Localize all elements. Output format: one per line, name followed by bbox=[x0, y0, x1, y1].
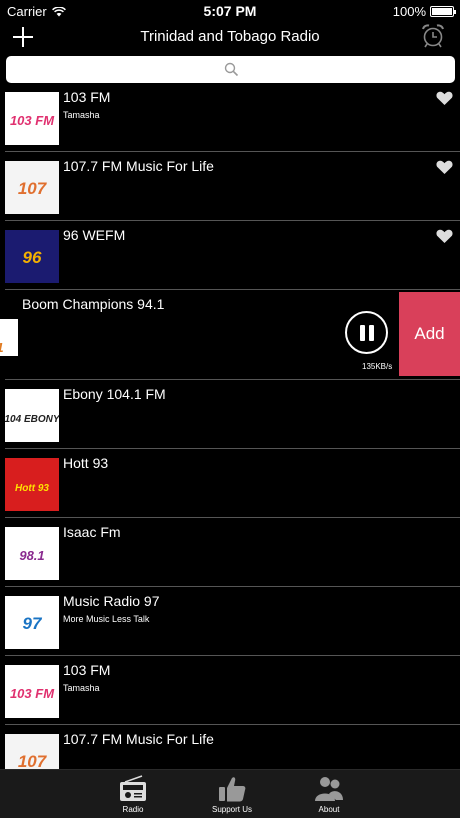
station-title: Ebony 104.1 FM bbox=[63, 386, 166, 402]
station-title: 96 WEFM bbox=[63, 227, 126, 243]
station-row[interactable]: 107 107.7 FM Music For Life bbox=[0, 725, 460, 769]
station-logo: 96 bbox=[5, 230, 59, 283]
svg-text:97: 97 bbox=[23, 614, 43, 633]
station-logo-art: 98.1 bbox=[19, 548, 44, 563]
svg-text:94.1: 94.1 bbox=[0, 340, 4, 355]
station-logo: 107 bbox=[5, 161, 59, 214]
battery-icon bbox=[430, 6, 456, 17]
battery-percent: 100% bbox=[392, 4, 426, 19]
station-logo-art: 97 bbox=[23, 614, 43, 633]
tab-bar: Radio Support Us About bbox=[0, 769, 460, 818]
station-logo-art: Hott 93 bbox=[15, 483, 49, 494]
station-row[interactable]: 94.1 Boom Champions 94.1 135KB/s Add bbox=[0, 290, 460, 380]
svg-text:107: 107 bbox=[18, 752, 48, 769]
station-title: Boom Champions 94.1 bbox=[22, 296, 165, 312]
station-row[interactable]: 103 FM 103 FM Tamasha bbox=[0, 656, 460, 725]
station-title: Isaac Fm bbox=[63, 524, 121, 540]
station-logo: 103 FM bbox=[5, 92, 59, 145]
heart-icon[interactable] bbox=[436, 229, 453, 244]
tab-support-us[interactable]: Support Us bbox=[187, 770, 277, 818]
tab-label: About bbox=[318, 805, 340, 814]
station-logo: Hott 93 bbox=[5, 458, 59, 511]
thumbs-up-icon bbox=[219, 777, 246, 802]
svg-text:103 FM: 103 FM bbox=[10, 686, 55, 701]
station-logo-art: 107 bbox=[18, 179, 48, 198]
page-title: Trinidad and Tobago Radio bbox=[140, 28, 320, 45]
station-row[interactable]: 97 Music Radio 97 More Music Less Talk bbox=[0, 587, 460, 656]
station-title: 103 FM bbox=[63, 89, 111, 105]
status-right: 100% bbox=[392, 4, 456, 19]
svg-text:98.1: 98.1 bbox=[19, 548, 44, 563]
station-logo: 97 bbox=[5, 596, 59, 649]
station-logo-art: 96 bbox=[23, 248, 42, 267]
station-logo: 94.1 bbox=[0, 319, 18, 356]
search-icon bbox=[224, 62, 239, 77]
station-logo: 98.1 bbox=[5, 527, 59, 580]
svg-text:103 FM: 103 FM bbox=[10, 113, 55, 128]
station-row[interactable]: 96 96 WEFM bbox=[0, 221, 460, 290]
station-row[interactable]: 104 EBONY Ebony 104.1 FM bbox=[0, 380, 460, 449]
station-row[interactable]: Hott 93 Hott 93 bbox=[0, 449, 460, 518]
pause-button[interactable] bbox=[345, 311, 388, 354]
radio-icon bbox=[120, 775, 146, 801]
status-time: 5:07 PM bbox=[203, 3, 257, 19]
station-logo-art: 94.1 bbox=[0, 340, 4, 355]
station-logo-art: 107 bbox=[18, 752, 48, 769]
heart-icon[interactable] bbox=[436, 160, 453, 175]
stream-rate: 135KB/s bbox=[362, 362, 393, 371]
svg-text:Hott 93: Hott 93 bbox=[15, 483, 49, 494]
station-subtitle: Tamasha bbox=[63, 683, 100, 693]
add-favorite-button[interactable]: Add bbox=[399, 292, 460, 376]
station-subtitle: Tamasha bbox=[63, 110, 100, 120]
station-title: 107.7 FM Music For Life bbox=[63, 158, 214, 174]
heart-icon[interactable] bbox=[436, 91, 453, 106]
station-logo-art: 104 EBONY bbox=[5, 414, 59, 425]
station-logo-art: 103 FM bbox=[10, 686, 55, 701]
alarm-clock-icon[interactable] bbox=[420, 23, 446, 49]
station-title: Music Radio 97 bbox=[63, 593, 160, 609]
tab-label: Support Us bbox=[211, 805, 253, 814]
station-title: 107.7 FM Music For Life bbox=[63, 731, 214, 747]
station-subtitle: More Music Less Talk bbox=[63, 614, 150, 624]
svg-text:104 EBONY: 104 EBONY bbox=[5, 414, 59, 425]
nav-bar: Trinidad and Tobago Radio bbox=[0, 22, 460, 54]
tab-radio[interactable]: Radio bbox=[88, 770, 178, 818]
svg-text:96: 96 bbox=[23, 248, 42, 267]
station-logo: 103 FM bbox=[5, 665, 59, 718]
station-title: Hott 93 bbox=[63, 455, 109, 471]
station-row[interactable]: 103 FM 103 FM Tamasha bbox=[0, 83, 460, 152]
people-icon bbox=[315, 777, 343, 801]
station-logo: 104 EBONY bbox=[5, 389, 59, 442]
station-logo: 107 bbox=[5, 734, 59, 769]
station-row[interactable]: 107 107.7 FM Music For Life bbox=[0, 152, 460, 221]
station-logo-art: 103 FM bbox=[10, 113, 55, 128]
svg-text:107: 107 bbox=[18, 179, 48, 198]
station-title: 103 FM bbox=[63, 662, 111, 678]
tab-label: Radio bbox=[122, 805, 144, 814]
status-bar: Carrier 5:07 PM 100% bbox=[0, 0, 460, 22]
station-row[interactable]: 98.1 Isaac Fm bbox=[0, 518, 460, 587]
station-list[interactable]: 103 FM 103 FM Tamasha 107 107.7 FM Music For… bbox=[0, 83, 460, 769]
tab-about[interactable]: About bbox=[284, 770, 374, 818]
search-field[interactable] bbox=[6, 56, 455, 83]
